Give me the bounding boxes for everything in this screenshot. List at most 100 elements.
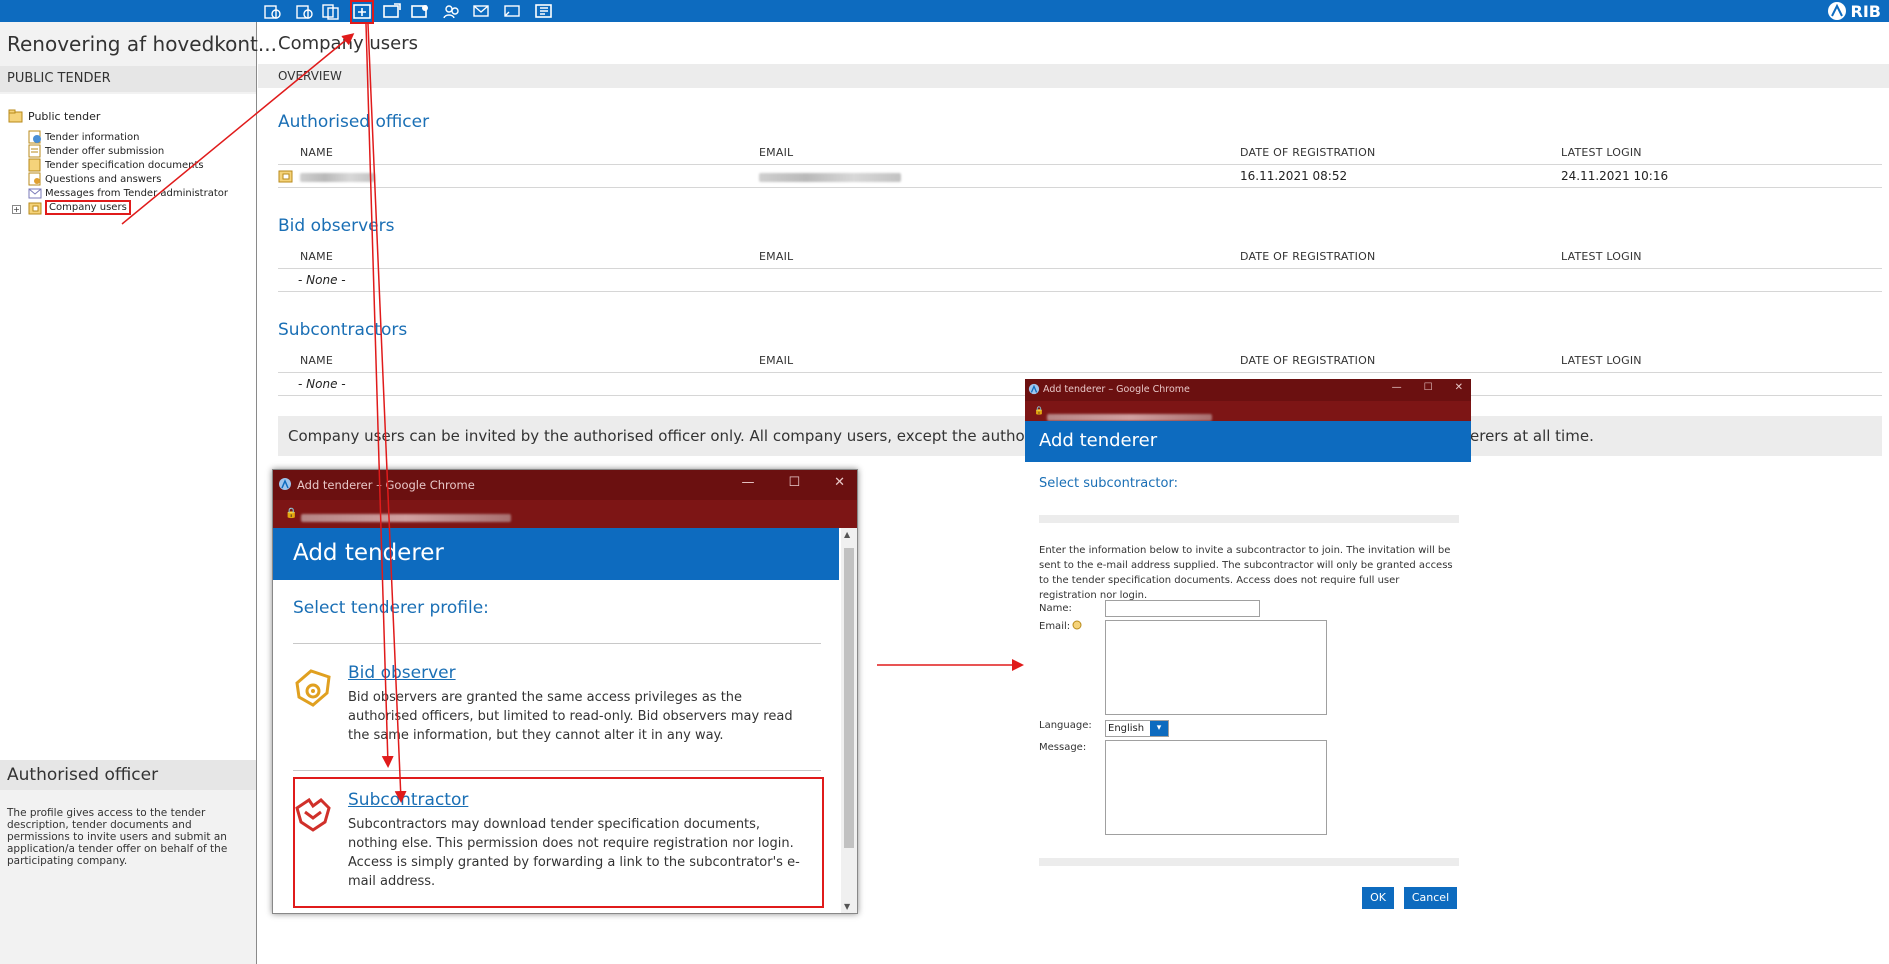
divider <box>293 643 821 644</box>
section-title-authorised-officer: Authorised officer <box>278 112 430 132</box>
tree-root-public-tender[interactable]: Public tender <box>8 109 100 123</box>
table-row[interactable] <box>278 169 294 186</box>
blurred-name <box>300 173 375 182</box>
messages-icon[interactable] <box>472 2 492 20</box>
info-message-start: Company users can be invited by the auth… <box>288 427 1081 445</box>
brand-logo: RIB <box>1827 1 1881 21</box>
language-label: Language: <box>1039 720 1092 731</box>
rib-logo-icon <box>279 478 291 490</box>
blurred-email <box>759 173 901 182</box>
tree-item-label-selected: Company users <box>45 200 131 215</box>
window-title: Add tenderer – Google Chrome <box>297 478 475 492</box>
name-field[interactable] <box>1105 600 1260 617</box>
info-message-end: erers at all time. <box>1470 427 1594 445</box>
minimize-icon[interactable]: — <box>1392 382 1402 393</box>
tree-item-messages[interactable]: Messages from Tender administrator <box>28 186 228 200</box>
col-login: LATEST LOGIN <box>1561 146 1642 159</box>
tree-expand-toggle[interactable]: + <box>12 205 21 214</box>
divider <box>278 268 1882 269</box>
scroll-up-icon[interactable]: ▲ <box>844 530 850 539</box>
cancel-button[interactable]: Cancel <box>1404 887 1457 909</box>
export-icon[interactable] <box>534 2 554 20</box>
add-tenderer-dialog: Add tenderer – Google Chrome — ☐ ✕ 🔒 Add… <box>272 469 858 914</box>
col-name: NAME <box>300 146 333 159</box>
info-panel-title: Authorised officer <box>0 760 256 790</box>
section-label: PUBLIC TENDER <box>0 66 256 92</box>
questions-icon[interactable] <box>503 2 523 20</box>
bid-observer-link[interactable]: Bid observer <box>348 663 456 683</box>
tree-item-company-users[interactable]: Company users <box>28 200 131 215</box>
tender-icon[interactable] <box>262 2 282 20</box>
browser-url-bar: 🔒 <box>1025 401 1471 421</box>
col-email: EMAIL <box>759 250 794 263</box>
col-date: DATE OF REGISTRATION <box>1240 354 1376 367</box>
divider-band <box>1039 858 1459 866</box>
bid-observer-icon <box>295 669 331 707</box>
submission-doc-icon <box>28 144 42 158</box>
chevron-down-icon[interactable]: ▾ <box>1150 721 1168 736</box>
close-icon[interactable]: ✕ <box>834 475 845 490</box>
registration-date: 16.11.2021 08:52 <box>1240 169 1348 183</box>
add-subcontractor-dialog: Add tenderer – Google Chrome — ☐ ✕ 🔒 Add… <box>1025 379 1471 462</box>
add-user-icon[interactable] <box>382 2 402 20</box>
tree-item-tender-information[interactable]: Tender information <box>28 130 139 144</box>
col-email: EMAIL <box>759 354 794 367</box>
select-subcontractor-label: Select subcontractor: <box>1039 476 1178 491</box>
tree-item-questions-and-answers[interactable]: Questions and answers <box>28 172 161 186</box>
maximize-icon[interactable]: ☐ <box>788 475 800 490</box>
officer-icon <box>278 170 293 183</box>
divider <box>293 770 821 771</box>
message-label: Message: <box>1039 742 1087 753</box>
blurred-url <box>301 514 511 522</box>
empty-row: - None - <box>298 377 346 391</box>
dialog-header: Add tenderer <box>273 528 839 580</box>
email-field[interactable] <box>1105 620 1327 715</box>
scroll-down-icon[interactable]: ▼ <box>844 902 850 911</box>
col-name: NAME <box>300 250 333 263</box>
dialog-header: Add tenderer <box>1025 421 1471 462</box>
name-label: Name: <box>1039 603 1072 614</box>
lock-icon: 🔒 <box>285 508 298 519</box>
top-toolbar: RIB <box>0 0 1889 24</box>
tree-item-tender-specification-documents[interactable]: Tender specification documents <box>28 158 204 172</box>
dialog-scrollbar[interactable]: ▲ ▼ <box>841 528 857 913</box>
documents-icon[interactable] <box>294 2 314 20</box>
window-title: Add tenderer – Google Chrome <box>1043 384 1190 395</box>
minimize-icon[interactable]: — <box>741 475 754 490</box>
language-select[interactable]: English ▾ <box>1105 720 1169 737</box>
scroll-thumb[interactable] <box>844 548 854 848</box>
tree-item-label: Tender information <box>45 131 140 143</box>
col-date: DATE OF REGISTRATION <box>1240 146 1376 159</box>
ok-button[interactable]: OK <box>1362 887 1394 909</box>
blurred-url <box>1047 414 1212 421</box>
tree-item-label: Tender offer submission <box>45 145 165 157</box>
select-profile-label: Select tenderer profile: <box>293 598 489 618</box>
users-settings-icon[interactable] <box>410 2 430 20</box>
tree-item-tender-offer-submission[interactable]: Tender offer submission <box>28 144 164 158</box>
col-date: DATE OF REGISTRATION <box>1240 250 1376 263</box>
invite-description: Enter the information below to invite a … <box>1039 545 1453 601</box>
messages-doc-icon <box>28 186 42 200</box>
brand-text: RIB <box>1850 1 1881 21</box>
spec-doc-icon <box>28 158 42 172</box>
help-icon[interactable] <box>1072 620 1082 630</box>
empty-row: - None - <box>298 273 346 287</box>
questions-doc-icon <box>28 172 42 186</box>
message-field[interactable] <box>1105 740 1327 835</box>
lock-icon: 🔒 <box>1034 406 1044 415</box>
overview-bar: OVERVIEW <box>258 64 1889 88</box>
browser-url-bar: 🔒 <box>273 500 857 528</box>
users-group-icon[interactable] <box>442 2 462 20</box>
divider-band <box>1039 515 1459 523</box>
divider <box>278 372 1882 373</box>
maximize-icon[interactable]: ☐ <box>1424 382 1433 393</box>
close-icon[interactable]: ✕ <box>1455 382 1463 393</box>
tree-item-label: Tender specification documents <box>45 159 204 171</box>
divider <box>278 164 1882 165</box>
project-title: Renovering af hovedkont... <box>7 32 277 56</box>
info-panel-text: The profile gives access to the tender d… <box>7 807 228 867</box>
browser-titlebar: Add tenderer – Google Chrome — ☐ ✕ <box>1025 379 1471 401</box>
left-panel: Renovering af hovedkont... PUBLIC TENDER… <box>0 22 277 964</box>
documents-copy-icon[interactable] <box>321 2 341 20</box>
subcontractor-highlight-box <box>293 777 824 908</box>
